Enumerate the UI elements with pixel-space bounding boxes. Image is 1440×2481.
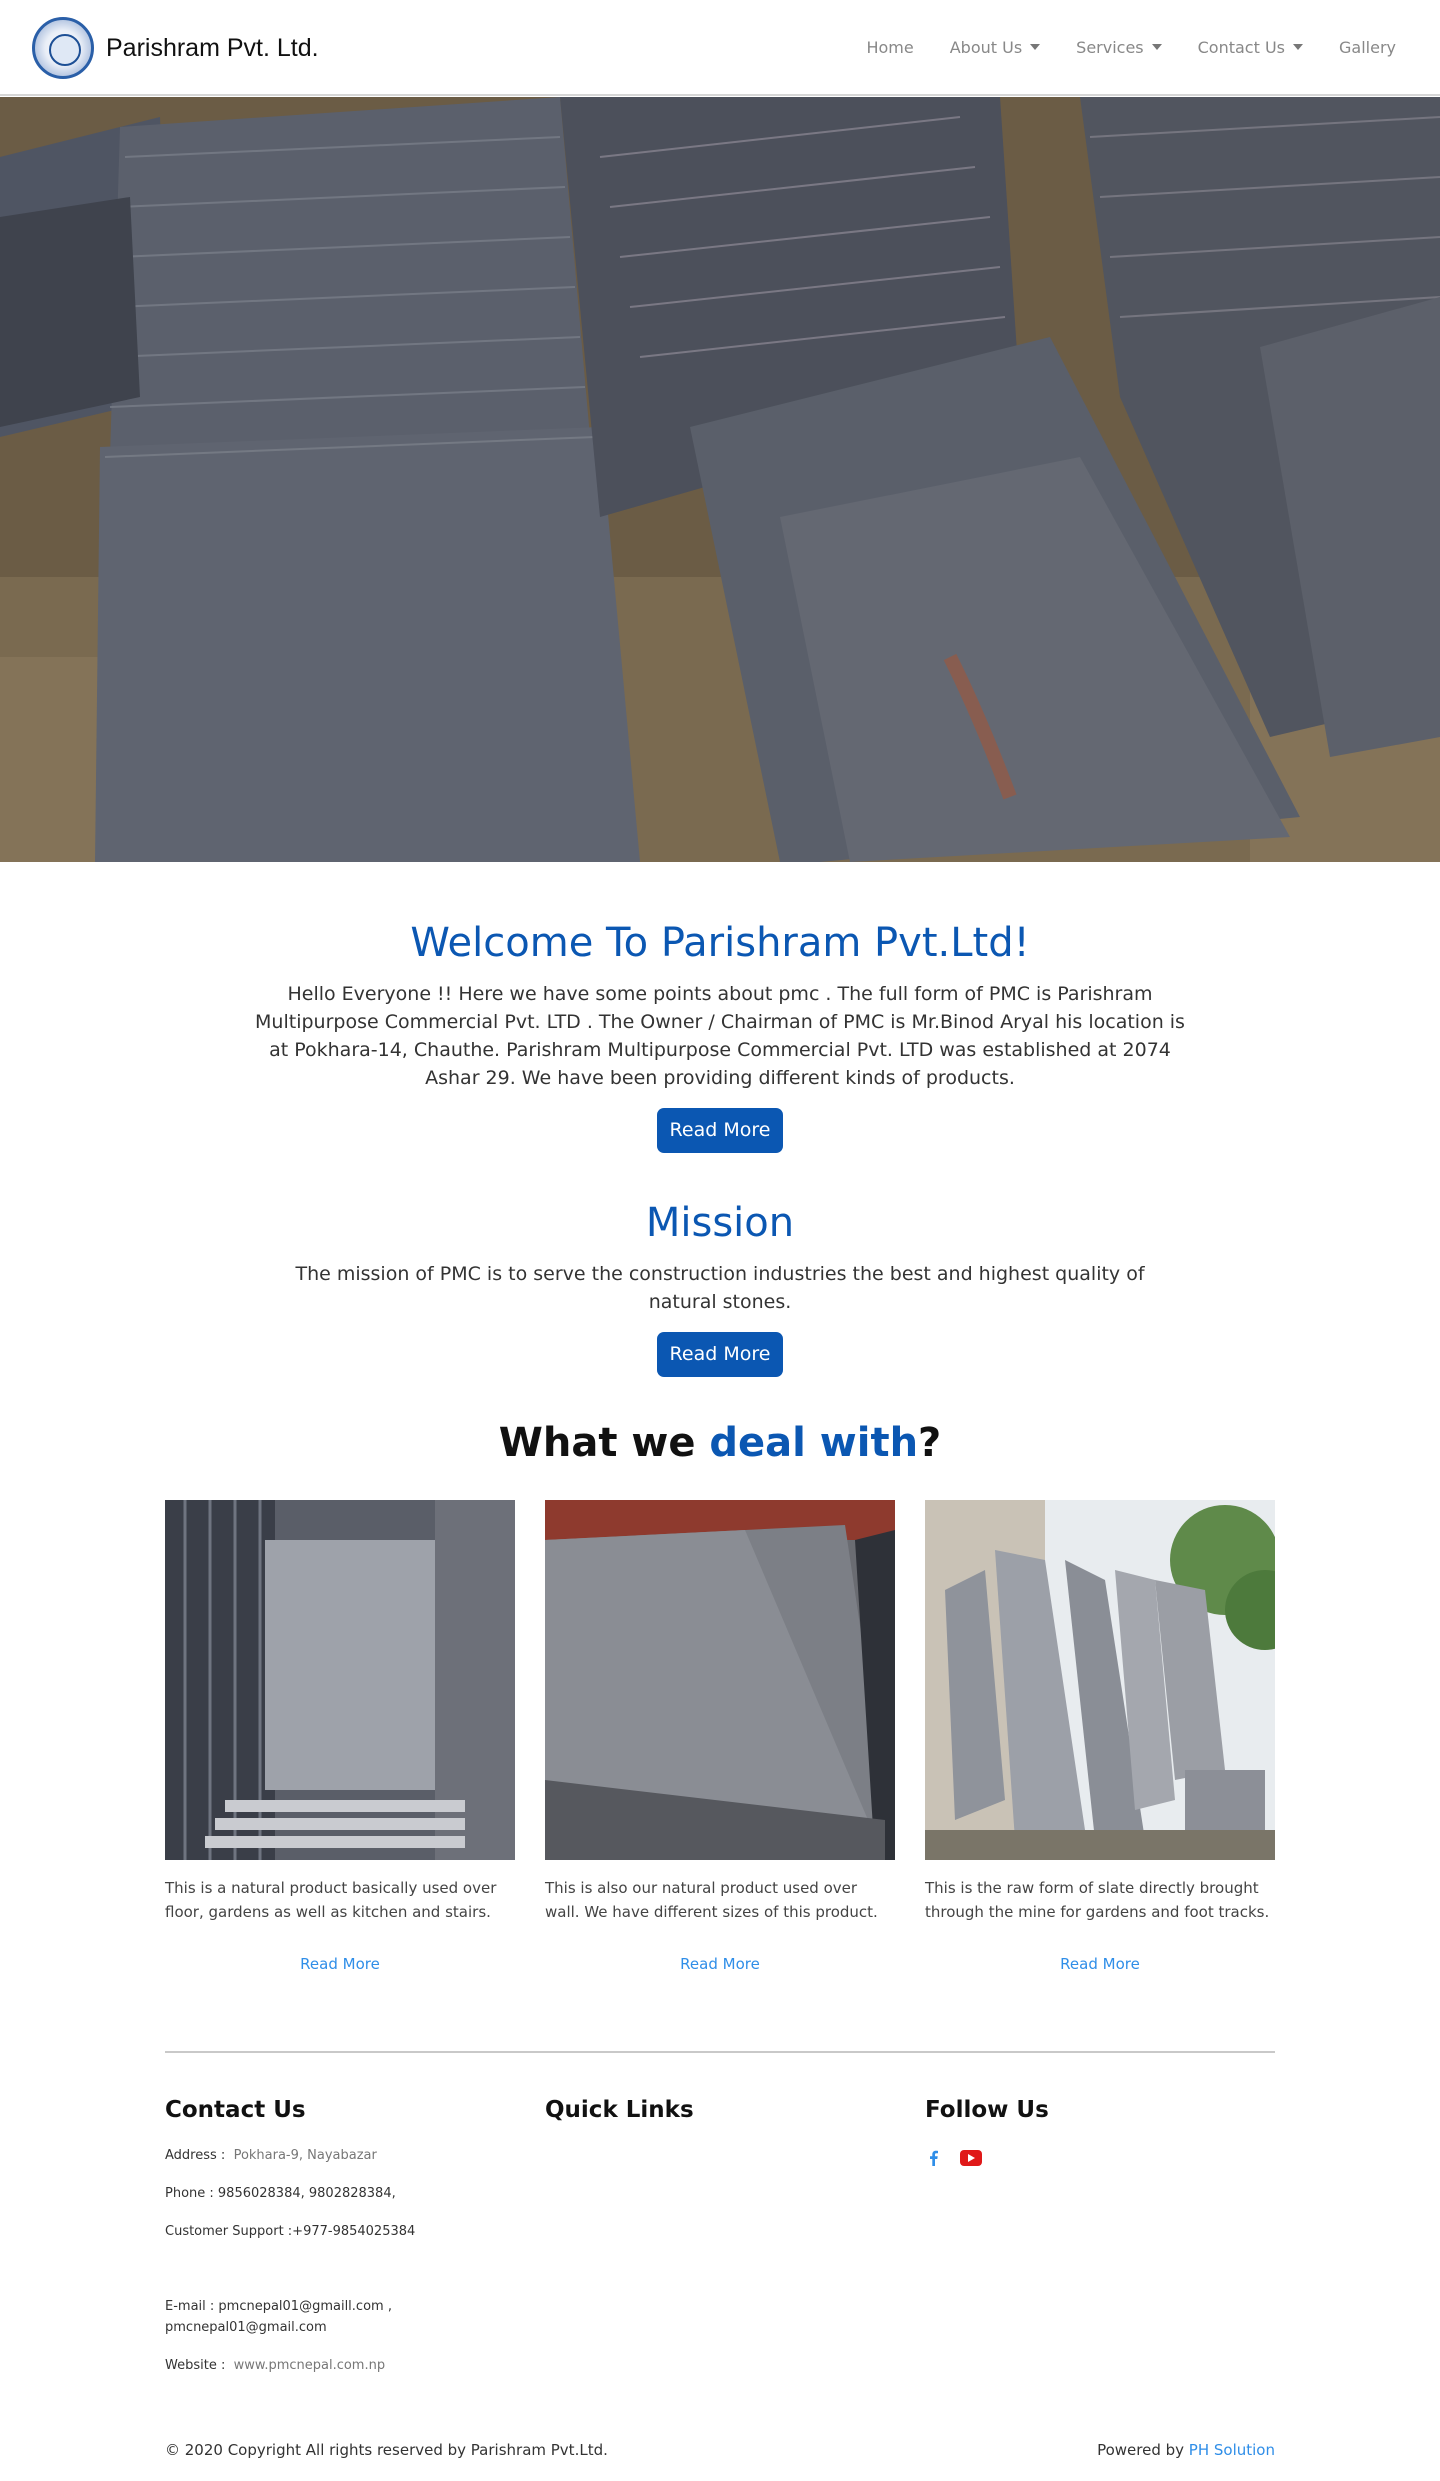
social-links (926, 2148, 982, 2168)
brand-name[interactable]: Parishram Pvt. Ltd. (106, 34, 319, 63)
hero-image (0, 97, 1440, 862)
nav-services-label: Services (1076, 37, 1144, 57)
footer-address: Address : Pokhara-9, Nayabazar (165, 2145, 515, 2166)
product-read-more-link[interactable]: Read More (165, 1955, 515, 1973)
facebook-icon[interactable] (926, 2148, 940, 2168)
footer-support: Customer Support :+977-9854025384 (165, 2224, 416, 2239)
nav-gallery[interactable]: Gallery (1339, 30, 1396, 64)
website-label: Website : (165, 2358, 226, 2373)
nav-about-us-label: About Us (949, 37, 1023, 57)
caret-down-icon (1151, 44, 1162, 50)
product-card: This is the raw form of slate directly b… (925, 1500, 1275, 1973)
product-read-more-link[interactable]: Read More (545, 1955, 895, 1973)
nav-contact-us-label: Contact Us (1197, 37, 1286, 57)
powered-by-prefix: Powered by (1097, 2441, 1189, 2459)
mission-read-more-button[interactable]: Read More (657, 1332, 783, 1377)
deal-section-title: What we deal with? (200, 1420, 1240, 1466)
address-value: Pokhara-9, Nayabazar (233, 2148, 377, 2163)
caret-down-icon (1030, 44, 1041, 50)
product-image-floor-slate (165, 1500, 515, 1860)
brand[interactable]: Parishram Pvt. Ltd. (32, 16, 319, 80)
main-nav: Home About Us Services Contact Us Galler… (830, 30, 1396, 64)
nav-contact-us[interactable]: Contact Us (1197, 30, 1304, 64)
nav-about-us[interactable]: About Us (949, 30, 1041, 64)
copyright: © 2020 Copyright All rights reserved by … (165, 2441, 608, 2459)
footer-website: Website : www.pmcnepal.com.np (165, 2355, 515, 2376)
nav-home-label: Home (866, 37, 914, 57)
deal-title-highlight: deal with (709, 1420, 919, 1466)
welcome-read-more-button[interactable]: Read More (657, 1108, 783, 1153)
nav-gallery-label: Gallery (1339, 37, 1396, 57)
navbar: Parishram Pvt. Ltd. Home About Us Servic… (0, 0, 1440, 96)
footer-follow-column: Follow Us (925, 2097, 1275, 2123)
company-logo[interactable] (32, 17, 94, 79)
welcome-section: Welcome To Parishram Pvt.Ltd! Hello Ever… (200, 920, 1240, 1153)
mission-section: Mission The mission of PMC is to serve t… (200, 1200, 1240, 1377)
slate-slabs-photo (0, 97, 1440, 862)
mission-text: The mission of PMC is to serve the const… (295, 1263, 1145, 1313)
product-card-text: This is also our natural product used ov… (545, 1879, 878, 1921)
deal-title-suffix: ? (918, 1420, 942, 1466)
product-card: This is also our natural product used ov… (545, 1500, 895, 1973)
email-line-1: E-mail : pmcnepal01@gmaill.com , (165, 2299, 392, 2314)
website-value[interactable]: www.pmcnepal.com.np (234, 2358, 386, 2373)
address-label: Address : (165, 2148, 226, 2163)
footer-phone: Phone : 9856028384, 9802828384, (165, 2186, 396, 2201)
product-card: This is a natural product basically used… (165, 1500, 515, 1973)
caret-down-icon (1293, 44, 1304, 50)
footer-email: E-mail : pmcnepal01@gmaill.com , pmcnepa… (165, 2296, 515, 2338)
powered-by: Powered by PH Solution (1097, 2441, 1275, 2459)
footer-contact-column: Contact Us (165, 2097, 515, 2123)
email-line-2: pmcnepal01@gmail.com (165, 2320, 327, 2335)
welcome-title: Welcome To Parishram Pvt.Ltd! (410, 920, 1030, 966)
youtube-icon[interactable] (960, 2150, 982, 2166)
product-read-more-link[interactable]: Read More (925, 1955, 1275, 1973)
footer-contact-heading: Contact Us (165, 2097, 306, 2123)
footer-follow-heading: Follow Us (925, 2097, 1049, 2123)
nav-services[interactable]: Services (1076, 30, 1162, 64)
footer-divider (165, 2051, 1275, 2053)
welcome-text: Hello Everyone !! Here we have some poin… (255, 983, 1185, 1089)
product-card-text: This is the raw form of slate directly b… (925, 1879, 1270, 1921)
product-image-wall-slate (545, 1500, 895, 1860)
mission-title: Mission (645, 1200, 795, 1246)
product-card-text: This is a natural product basically used… (165, 1879, 497, 1921)
powered-by-link[interactable]: PH Solution (1189, 2441, 1275, 2459)
footer-quick-links-heading: Quick Links (545, 2097, 694, 2123)
deal-title-prefix: What we (498, 1420, 710, 1466)
product-image-raw-slate (925, 1500, 1275, 1860)
footer-quick-links-column: Quick Links (545, 2097, 895, 2123)
nav-home[interactable]: Home (866, 30, 913, 64)
